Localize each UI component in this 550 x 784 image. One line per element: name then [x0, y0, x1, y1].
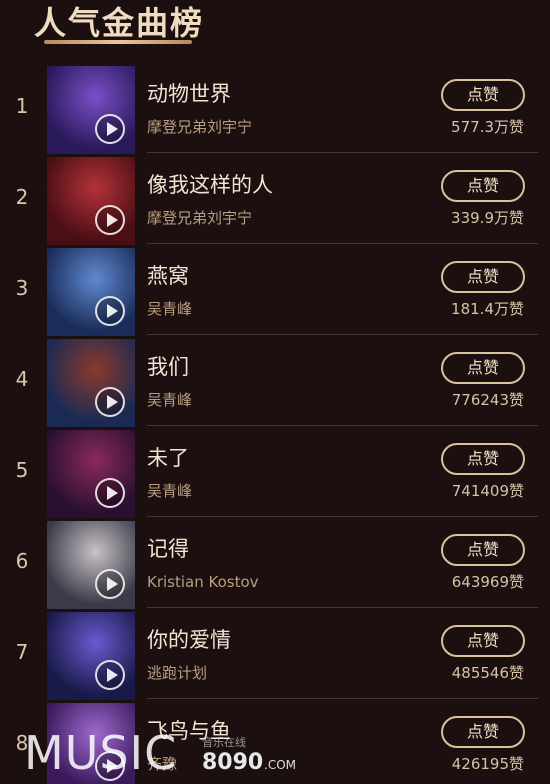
title-underline	[44, 40, 192, 44]
like-count: 339.9万赞	[451, 209, 524, 227]
song-thumbnail[interactable]	[47, 521, 135, 609]
song-title[interactable]: 我们	[147, 353, 189, 381]
like-button[interactable]: 点赞	[441, 261, 525, 293]
artist-name: 吴青峰	[147, 300, 193, 318]
song-title[interactable]: 像我这样的人	[147, 171, 273, 199]
like-button[interactable]: 点赞	[441, 170, 525, 202]
play-icon[interactable]	[95, 387, 125, 417]
song-thumbnail[interactable]	[47, 430, 135, 518]
song-thumbnail[interactable]	[47, 157, 135, 245]
song-title[interactable]: 你的爱情	[147, 626, 231, 654]
play-icon[interactable]	[95, 660, 125, 690]
play-icon[interactable]	[95, 296, 125, 326]
watermark-com: .COM	[264, 758, 296, 772]
like-button[interactable]: 点赞	[441, 352, 525, 384]
like-button[interactable]: 点赞	[441, 716, 525, 748]
song-thumbnail[interactable]	[47, 339, 135, 427]
like-count: 426195赞	[451, 755, 524, 773]
like-count: 181.4万赞	[451, 300, 524, 318]
song-row: 4 我们吴青峰 点赞 776243赞	[0, 335, 550, 427]
rank-number: 4	[15, 367, 29, 391]
like-count: 577.3万赞	[451, 118, 524, 136]
like-count: 643969赞	[451, 573, 524, 591]
page-title: 人气金曲榜	[34, 4, 205, 42]
play-icon[interactable]	[95, 114, 125, 144]
artist-name: 摩登兄弟刘宇宁	[147, 209, 253, 227]
like-button[interactable]: 点赞	[441, 625, 525, 657]
song-title[interactable]: 燕窝	[147, 262, 189, 290]
song-row: 7 你的爱情逃跑计划 点赞 485546赞	[0, 608, 550, 700]
song-title[interactable]: 动物世界	[147, 80, 231, 108]
artist-name: 逃跑计划	[147, 664, 208, 682]
play-icon[interactable]	[95, 205, 125, 235]
song-row: 1 动物世界摩登兄弟刘宇宁 点赞 577.3万赞	[0, 62, 550, 154]
song-thumbnail[interactable]	[47, 66, 135, 154]
watermark-number: 8090	[202, 750, 264, 775]
like-count: 776243赞	[451, 391, 524, 409]
play-icon[interactable]	[95, 478, 125, 508]
song-row: 2 像我这样的人摩登兄弟刘宇宁 点赞 339.9万赞	[0, 153, 550, 245]
watermark-cn: 音乐在线	[202, 736, 246, 749]
artist-name: 吴青峰	[147, 482, 193, 500]
artist-name: 吴青峰	[147, 391, 193, 409]
like-count: 485546赞	[451, 664, 524, 682]
rank-number: 5	[15, 458, 29, 482]
artist-name: 摩登兄弟刘宇宁	[147, 118, 253, 136]
song-row: 5 未了吴青峰 点赞 741409赞	[0, 426, 550, 518]
rank-number: 1	[15, 94, 29, 118]
artist-name: Kristian Kostov	[147, 573, 259, 591]
rank-number: 7	[15, 640, 29, 664]
rank-number: 2	[15, 185, 29, 209]
song-row: 3 燕窝吴青峰 点赞 181.4万赞	[0, 244, 550, 336]
watermark: MUSIC 音乐在线 8090 .COM	[24, 718, 324, 784]
song-thumbnail[interactable]	[47, 248, 135, 336]
play-icon[interactable]	[95, 569, 125, 599]
header: 人气金曲榜	[0, 0, 550, 62]
like-button[interactable]: 点赞	[441, 443, 525, 475]
like-button[interactable]: 点赞	[441, 534, 525, 566]
page: 人气金曲榜 1 动物世界 摩登兄弟刘宇宁 点赞 577.3万赞 2 像我这样的人 摩登兄弟刘宇…	[0, 0, 550, 784]
song-thumbnail[interactable]	[47, 612, 135, 700]
rank-number: 3	[15, 276, 29, 300]
song-row: 6 记得 Kristian Kostov 点赞 643969赞	[0, 517, 550, 609]
rank-number: 6	[15, 549, 29, 573]
like-button[interactable]: 点赞	[441, 79, 525, 111]
song-list: 1 动物世界 摩登兄弟刘宇宁 点赞 577.3万赞 2 像我这样的人 摩登兄弟刘宇宁 点赞 339…	[0, 62, 550, 784]
song-title[interactable]: 未了	[147, 444, 189, 472]
song-title[interactable]: 记得	[147, 535, 189, 563]
watermark-music: MUSIC	[24, 726, 178, 780]
like-count: 741409赞	[451, 482, 524, 500]
